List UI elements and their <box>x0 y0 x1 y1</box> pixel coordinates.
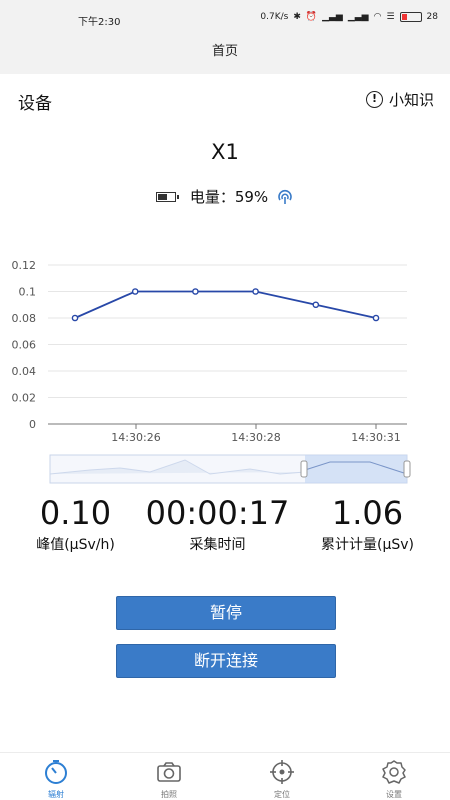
x-tick-label: 14:30:26 <box>111 431 160 444</box>
tips-button[interactable]: ! 小知识 <box>365 89 434 110</box>
data-point <box>71 314 79 322</box>
bluetooth-icon: ✱ <box>293 12 301 22</box>
data-zoom-slider[interactable] <box>49 454 411 484</box>
alarm-icon: ⏰ <box>305 12 318 22</box>
page-title: 首页 <box>211 44 238 59</box>
tab-camera-label: 拍照 <box>161 790 177 799</box>
cumulative-value: 1.06 <box>331 494 404 532</box>
cumulative-readout: 1.06 累计计量(μSv) <box>305 494 430 554</box>
y-tick-label: 0 <box>29 418 36 431</box>
series-line <box>74 290 377 319</box>
tab-radiation[interactable]: 辐射 <box>26 759 86 800</box>
y-tick-label: 0.1 <box>19 286 37 299</box>
status-icons: 0.7K/s ✱ ⏰ ▁▃▅ ▁▃▅ ◠ ☰ 28 <box>260 12 438 22</box>
chart-series <box>71 288 380 322</box>
device-battery-icon <box>155 191 179 202</box>
data-point <box>252 288 259 295</box>
wifi-icon: ◠ <box>373 12 382 22</box>
chart-grid <box>48 264 407 425</box>
tab-settings-label: 设置 <box>386 790 402 799</box>
y-tick-label: 0.04 <box>12 365 37 378</box>
signal-icon-2: ▁▃▅ <box>347 12 369 22</box>
camera-icon <box>157 762 181 782</box>
phone-battery-value: 28 <box>426 12 438 22</box>
x-axis-labels: 14:30:26 14:30:28 14:30:31 <box>111 424 401 444</box>
device-section-label: 设备 <box>18 94 52 114</box>
duration-label: 采集时间 <box>189 537 246 553</box>
timer-icon <box>45 760 67 784</box>
radiation-line-chart: 00.020.040.060.080.10.12 14:30:26 14:30:2… <box>12 259 411 484</box>
x-tick-label: 14:30:31 <box>351 431 400 444</box>
y-tick-label: 0.02 <box>12 392 37 405</box>
tab-location-label: 定位 <box>274 790 290 799</box>
menu-lines-icon: ☰ <box>386 12 395 22</box>
peak-label: 峰值(μSv/h) <box>36 537 115 553</box>
tab-camera[interactable]: 拍照 <box>139 759 199 800</box>
tab-settings[interactable]: 设置 <box>364 759 424 800</box>
cumulative-label: 累计计量(μSv) <box>320 537 414 553</box>
tab-radiation-label: 辐射 <box>48 790 64 799</box>
bottom-tab-bar: 辐射 拍照 定位 设置 <box>0 752 450 800</box>
data-point <box>131 288 139 295</box>
title-bar: 首页 <box>0 32 450 74</box>
tips-label: 小知识 <box>388 91 434 109</box>
data-point <box>312 301 320 309</box>
zoom-handle-right[interactable] <box>403 460 411 478</box>
status-time: 下午2:30 <box>78 17 121 28</box>
status-bar: 下午2:30 0.7K/s ✱ ⏰ ▁▃▅ ▁▃▅ ◠ ☰ 28 <box>0 0 450 32</box>
phone-battery-icon <box>399 12 422 22</box>
gear-icon <box>382 760 406 784</box>
y-tick-label: 0.12 <box>12 259 37 272</box>
signal-icon: ▁▃▅ <box>322 12 343 22</box>
y-tick-label: 0.06 <box>12 339 37 352</box>
device-name: X1 <box>211 140 239 164</box>
data-point <box>372 314 380 322</box>
disconnect-button[interactable]: 断开连接 <box>116 644 336 678</box>
tab-location[interactable]: 定位 <box>252 759 312 800</box>
duration-readout: 00:00:17 采集时间 <box>140 494 295 554</box>
signal-broadcast-icon <box>278 189 292 204</box>
y-tick-label: 0.08 <box>12 312 37 325</box>
y-axis-labels: 0 0.02 0.04 0.06 0.08 0.1 0.12 <box>12 259 37 431</box>
pause-button[interactable]: 暂停 <box>116 596 336 630</box>
info-icon: ! <box>365 91 383 108</box>
peak-value: 0.10 <box>39 494 112 532</box>
x-tick-label: 14:30:28 <box>231 431 280 444</box>
peak-readout: 0.10 峰值(μSv/h) <box>18 494 133 554</box>
crosshair-icon <box>270 760 294 784</box>
duration-value: 00:00:17 <box>145 494 290 532</box>
device-battery-label: 电量：59% <box>189 188 269 206</box>
device-battery-row: 电量：59% <box>0 186 450 207</box>
header-row: 设备 ! 小知识 <box>0 84 450 116</box>
zoom-handle-left[interactable] <box>300 460 308 478</box>
data-point <box>192 288 199 295</box>
network-speed: 0.7K/s <box>260 12 289 22</box>
